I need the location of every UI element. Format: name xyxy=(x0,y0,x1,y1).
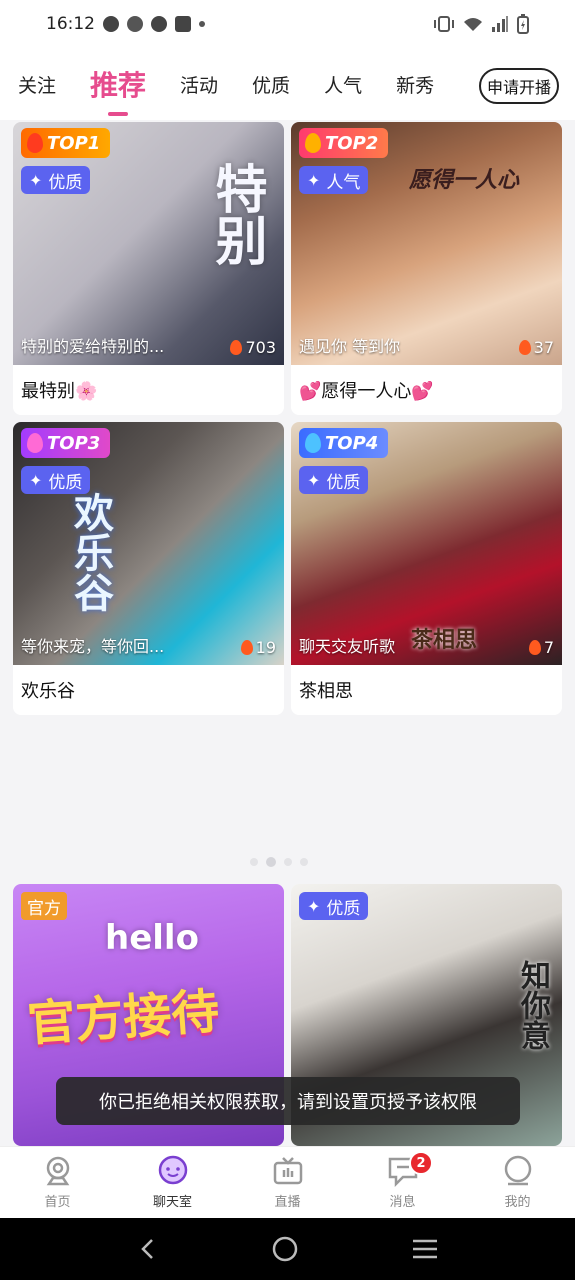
back-icon[interactable] xyxy=(136,1237,160,1261)
room-cover-image: 茶相思 TOP4 ✦ 优质 聊天交友听歌 7 xyxy=(291,422,562,665)
room-card[interactable]: 茶相思 TOP4 ✦ 优质 聊天交友听歌 7 茶相思 xyxy=(291,422,562,715)
quality-badge: ✦ 优质 xyxy=(299,466,369,494)
carousel-dot xyxy=(250,858,258,866)
room-cover-image: 欢乐谷 TOP3 ✦ 优质 等你来宠，等你回... 19 xyxy=(13,422,284,665)
quality-badge: ✦ 优质 xyxy=(21,466,91,494)
apply-broadcast-button[interactable]: 申请开播 xyxy=(478,68,559,104)
room-caption: 特别的爱给特别的... xyxy=(21,337,165,356)
room-name: 茶相思 xyxy=(299,681,353,702)
tab-popular[interactable]: 人气 xyxy=(324,71,362,98)
popular-badge: ✦ 人气 xyxy=(299,166,369,194)
heat-flame-icon xyxy=(528,640,541,655)
status-time: 16:12 xyxy=(46,14,95,34)
heat-count: 703 xyxy=(230,338,276,357)
cover-overlay-text: 特别 xyxy=(206,162,266,266)
bag-notification-icon xyxy=(175,16,191,32)
cover-overlay-text: 官方接待 xyxy=(25,983,222,1053)
cover-overlay-text: 知你意 xyxy=(515,960,550,1050)
heat-count: 19 xyxy=(240,638,276,657)
rank-badge: TOP4 xyxy=(299,428,389,458)
flame-icon xyxy=(27,133,43,153)
cover-overlay-text: 茶相思 xyxy=(411,628,478,653)
room-cover-image: 特别 TOP1 ✦ 优质 特别的爱给特别的... 703 xyxy=(13,122,284,365)
flame-icon xyxy=(27,433,43,453)
chat-notification-icon xyxy=(103,16,119,32)
nav-me[interactable]: 我的 xyxy=(460,1147,575,1218)
tab-quality[interactable]: 优质 xyxy=(252,71,290,98)
status-notification-icons xyxy=(103,16,205,32)
sparkle-icon: ✦ xyxy=(29,170,43,190)
heat-flame-icon xyxy=(518,340,531,355)
room-caption: 聊天交友听歌 xyxy=(299,637,396,656)
vibrate-icon xyxy=(434,16,454,32)
category-tabs: 关注 推荐 活动 优质 人气 新秀 申请开播 xyxy=(0,48,575,120)
cover-overlay-text: 愿得一人心 xyxy=(409,168,520,193)
heat-count: 7 xyxy=(528,638,554,657)
carousel-indicator xyxy=(250,857,308,867)
rank-badge: TOP1 xyxy=(21,128,111,158)
nav-live[interactable]: 直播 xyxy=(230,1147,345,1218)
room-card[interactable]: 愿得一人心 TOP2 ✦ 人气 遇见你 等到你 37 💕愿得一人心💕 xyxy=(291,122,562,415)
room-caption: 遇见你 等到你 xyxy=(299,337,401,356)
home-circle-icon[interactable] xyxy=(271,1235,299,1263)
room-card[interactable]: 特别 TOP1 ✦ 优质 特别的爱给特别的... 703 最特别🌸 xyxy=(13,122,284,415)
profile-icon xyxy=(504,1155,531,1186)
nav-label: 首页 xyxy=(44,1195,71,1210)
flame-icon xyxy=(305,133,321,153)
tab-activity[interactable]: 活动 xyxy=(180,71,218,98)
system-navigation-bar xyxy=(0,1218,575,1280)
cover-overlay-text-hello: hello xyxy=(105,918,199,958)
rank-badge: TOP3 xyxy=(21,428,111,458)
room-name: 💕愿得一人心💕 xyxy=(299,381,434,402)
battery-icon xyxy=(517,14,529,34)
room-caption: 等你来宠，等你回... xyxy=(21,637,165,656)
unread-count-badge: 2 xyxy=(409,1151,433,1175)
room-cover-image: 愿得一人心 TOP2 ✦ 人气 遇见你 等到你 37 xyxy=(291,122,562,365)
nav-messages[interactable]: 消息 2 xyxy=(345,1147,460,1218)
room-card[interactable]: 欢乐谷 TOP3 ✦ 优质 等你来宠，等你回... 19 欢乐谷 xyxy=(13,422,284,715)
status-system-icons xyxy=(433,14,529,34)
quality-badge: ✦ 优质 xyxy=(21,166,91,194)
sparkle-icon: ✦ xyxy=(29,470,43,490)
nav-chatroom[interactable]: 聊天室 xyxy=(115,1147,230,1218)
cover-overlay-text: 欢乐谷 xyxy=(67,492,113,612)
tab-recommend[interactable]: 推荐 xyxy=(90,64,146,116)
nav-label: 直播 xyxy=(274,1195,301,1210)
nav-home[interactable]: 首页 xyxy=(0,1147,115,1218)
heat-count: 37 xyxy=(518,338,554,357)
chat-bubble-icon xyxy=(158,1155,187,1185)
signal-icon xyxy=(492,16,508,32)
permission-denied-toast: 你已拒绝相关权限获取，请到设置页授予该权限 xyxy=(56,1077,520,1125)
room-name: 最特别🌸 xyxy=(21,381,98,402)
sparkle-icon: ✦ xyxy=(307,896,321,916)
nav-label: 我的 xyxy=(504,1195,531,1210)
wifi-icon xyxy=(464,18,482,31)
carousel-dot-active xyxy=(266,857,276,867)
rank-badge: TOP2 xyxy=(299,128,389,158)
nav-label: 消息 xyxy=(389,1195,416,1210)
tab-newcomer[interactable]: 新秀 xyxy=(396,71,434,98)
quality-badge: ✦ 优质 xyxy=(299,892,369,920)
settings-notification-icon xyxy=(127,16,143,32)
more-notification-dot-icon xyxy=(199,21,205,27)
room-name: 欢乐谷 xyxy=(21,681,75,702)
official-badge: 官方 xyxy=(21,892,67,920)
check-notification-icon xyxy=(151,16,167,32)
camera-home-icon xyxy=(46,1156,69,1186)
bottom-navigation: 首页 聊天室 直播 消息 2 我的 xyxy=(0,1146,575,1218)
recents-menu-icon[interactable] xyxy=(411,1237,439,1261)
status-bar: 16:12 xyxy=(0,0,575,48)
nav-label: 聊天室 xyxy=(152,1195,192,1210)
heat-flame-icon xyxy=(230,340,243,355)
carousel-dot xyxy=(284,858,292,866)
heat-flame-icon xyxy=(240,640,253,655)
flame-icon xyxy=(305,433,321,453)
sparkle-icon: ✦ xyxy=(307,470,321,490)
tv-icon xyxy=(273,1157,302,1185)
tab-follow[interactable]: 关注 xyxy=(18,71,56,98)
carousel-dot xyxy=(300,858,308,866)
sparkle-icon: ✦ xyxy=(307,170,321,190)
